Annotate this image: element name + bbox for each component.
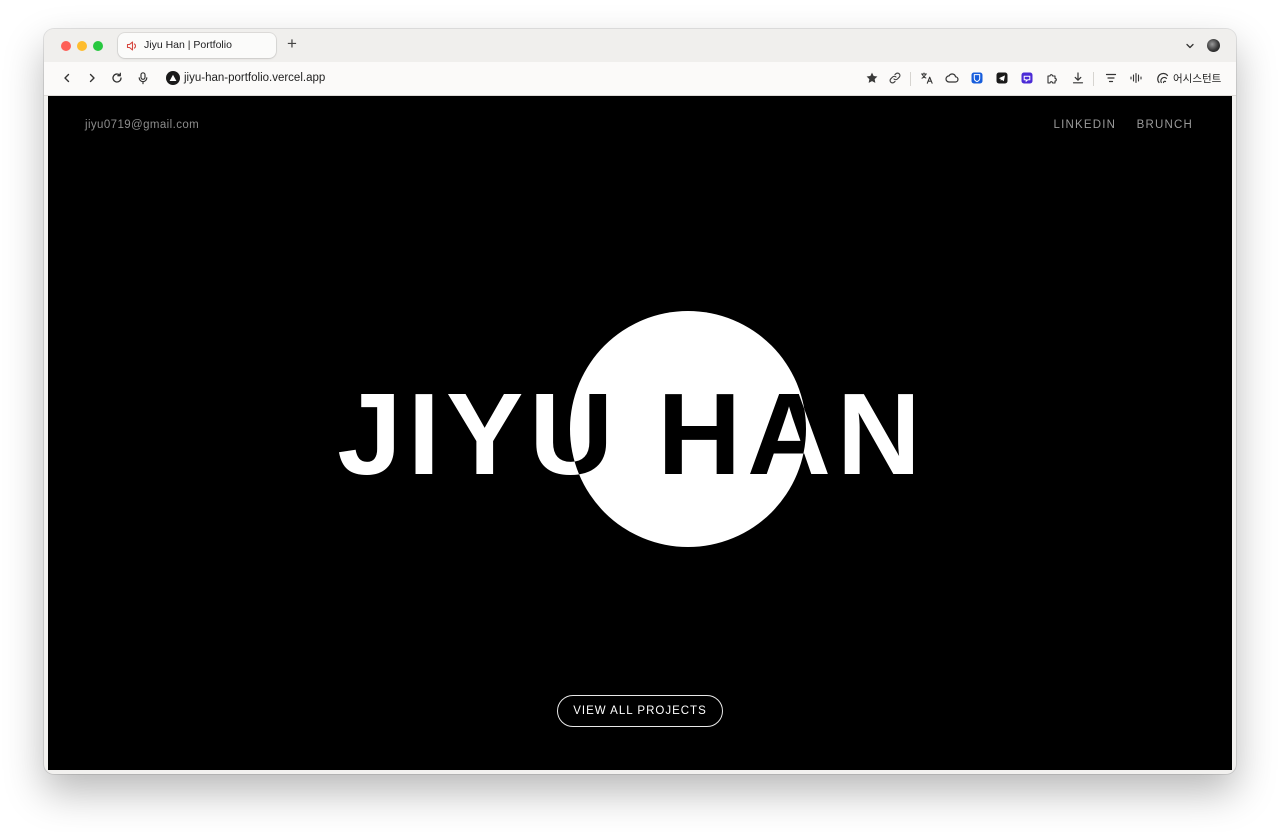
translate-icon[interactable] — [920, 71, 934, 85]
tab-portfolio[interactable]: Jiyu Han | Portfolio — [118, 33, 276, 58]
assistant-icon — [1156, 71, 1170, 85]
bookmark-star-icon[interactable] — [865, 71, 879, 85]
back-icon[interactable] — [60, 71, 74, 85]
extension-purple-icon[interactable] — [1020, 71, 1034, 85]
forward-icon[interactable] — [85, 71, 99, 85]
toolbar-divider — [1093, 72, 1094, 86]
address-bar-url[interactable]: jiyu-han-portfolio.vercel.app — [184, 72, 325, 84]
tab-title: Jiyu Han | Portfolio — [144, 39, 232, 51]
maximize-window-button[interactable] — [93, 41, 103, 51]
top-nav: LINKEDIN BRUNCH — [1038, 119, 1193, 131]
microphone-icon[interactable] — [136, 71, 150, 85]
new-tab-button[interactable]: + — [287, 35, 297, 53]
browser-window: Jiyu Han | Portfolio + jiyu-han-portfoli… — [44, 29, 1236, 774]
close-window-button[interactable] — [61, 41, 71, 51]
minimize-window-button[interactable] — [77, 41, 87, 51]
reload-icon[interactable] — [110, 71, 124, 85]
audio-wave-icon[interactable] — [1129, 71, 1143, 85]
profile-avatar[interactable] — [1207, 39, 1220, 52]
puzzle-icon[interactable] — [1045, 71, 1059, 85]
toolbar-divider — [910, 72, 911, 86]
nav-link-linkedin[interactable]: LINKEDIN — [1054, 119, 1117, 131]
hero-logo: JIYU HAN JIYU HAN — [337, 311, 921, 547]
audio-playing-icon[interactable] — [126, 39, 138, 51]
bitwarden-icon[interactable] — [970, 71, 984, 85]
tab-strip: Jiyu Han | Portfolio + — [44, 29, 1236, 62]
link-icon[interactable] — [888, 71, 902, 85]
assistant-label: 어시스턴트 — [1173, 73, 1222, 85]
site-favicon-icon[interactable] — [166, 71, 180, 85]
download-icon[interactable] — [1071, 71, 1085, 85]
cloud-icon[interactable] — [945, 71, 959, 85]
view-all-projects-button[interactable]: VIEW ALL PROJECTS — [557, 695, 723, 727]
telegram-icon[interactable] — [995, 71, 1009, 85]
chevron-down-icon[interactable] — [1184, 39, 1196, 51]
portfolio-page: JIYU HAN JIYU HAN jiyu0719@gmail.com LIN… — [48, 96, 1232, 770]
reader-icon[interactable] — [1104, 71, 1118, 85]
contact-email[interactable]: jiyu0719@gmail.com — [85, 119, 199, 131]
toolbar: jiyu-han-portfolio.vercel.app 어시스턴트 — [44, 62, 1236, 96]
nav-link-brunch[interactable]: BRUNCH — [1137, 119, 1193, 131]
